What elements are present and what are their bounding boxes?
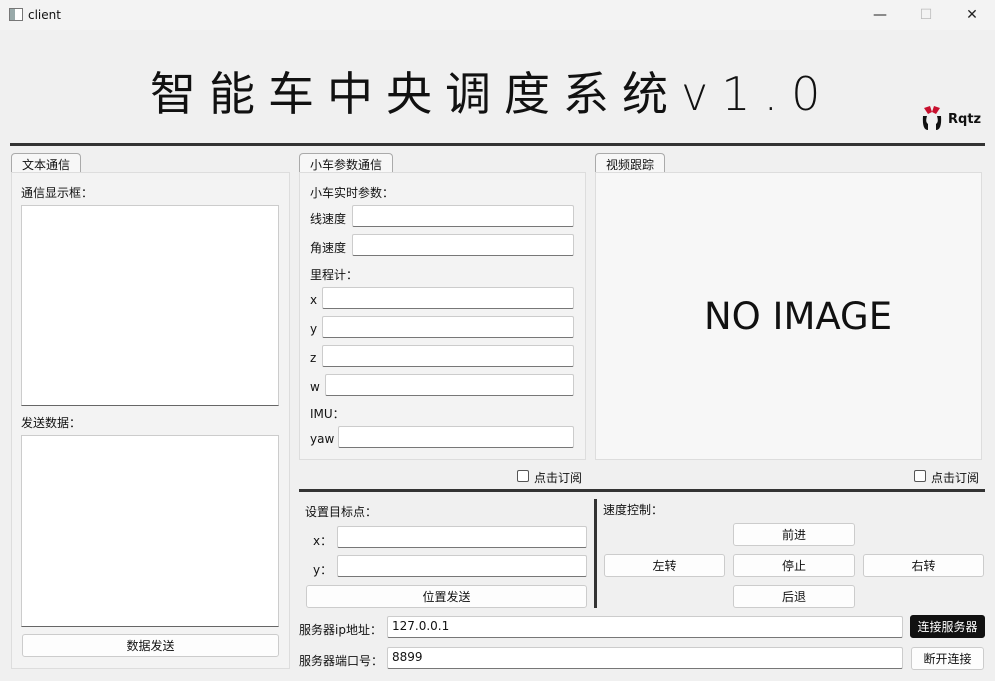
odom-w-label: w bbox=[310, 380, 320, 394]
stop-button[interactable]: 停止 bbox=[733, 554, 855, 577]
speed-divider bbox=[594, 499, 597, 608]
imu-label: IMU： bbox=[310, 407, 345, 421]
backward-button[interactable]: 后退 bbox=[733, 585, 855, 608]
odom-y-label: y bbox=[310, 322, 318, 336]
odom-x-label: x bbox=[310, 293, 318, 307]
linear-speed-label: 线速度 bbox=[310, 212, 347, 226]
disconnect-button[interactable]: 断开连接 bbox=[911, 647, 984, 670]
car-subscribe-checkbox[interactable] bbox=[517, 470, 529, 482]
odom-x-field[interactable] bbox=[322, 287, 574, 309]
turn-left-button[interactable]: 左转 bbox=[604, 554, 725, 577]
tab-video[interactable]: 视频跟踪 bbox=[595, 153, 666, 173]
send-data-button[interactable]: 数据发送 bbox=[22, 634, 279, 657]
minimize-button[interactable]: — bbox=[857, 0, 903, 30]
logo-text: Rqtz bbox=[948, 112, 982, 127]
target-x-label: x： bbox=[313, 534, 333, 548]
display-textarea[interactable] bbox=[21, 205, 279, 406]
window-title: client bbox=[28, 8, 61, 22]
page-title: 智能车中央调度系统v1.0 bbox=[150, 67, 834, 121]
close-button[interactable]: ✕ bbox=[949, 0, 995, 30]
video-subscribe-label: 点击订阅 bbox=[931, 471, 980, 485]
server-ip-field[interactable]: 127.0.0.1 bbox=[387, 616, 903, 638]
maximize-button[interactable]: ☐ bbox=[903, 0, 949, 30]
speed-label: 速度控制： bbox=[603, 503, 664, 517]
app-window-icon bbox=[9, 8, 23, 21]
angular-speed-field[interactable] bbox=[352, 234, 574, 256]
target-y-field[interactable] bbox=[337, 555, 587, 577]
rqtz-logo-icon bbox=[922, 106, 942, 130]
tab-text-comm[interactable]: 文本通信 bbox=[11, 153, 82, 173]
send-data-label: 发送数据： bbox=[21, 416, 82, 430]
server-ip-label: 服务器ip地址： bbox=[299, 623, 382, 637]
linear-speed-field[interactable] bbox=[352, 205, 574, 227]
car-subscribe-label: 点击订阅 bbox=[534, 471, 583, 485]
header-divider bbox=[10, 143, 985, 146]
logo: Rqtz bbox=[920, 104, 984, 134]
tab-car-params[interactable]: 小车参数通信 bbox=[299, 153, 394, 173]
server-port-field[interactable]: 8899 bbox=[387, 647, 903, 669]
target-label: 设置目标点： bbox=[305, 505, 378, 519]
odom-z-field[interactable] bbox=[322, 345, 574, 367]
angular-speed-label: 角速度 bbox=[310, 241, 347, 255]
realtime-label: 小车实时参数： bbox=[310, 186, 395, 200]
yaw-label: yaw bbox=[310, 432, 335, 446]
odom-z-label: z bbox=[310, 351, 317, 365]
display-label: 通信显示框： bbox=[21, 186, 94, 200]
server-port-label: 服务器端口号： bbox=[299, 654, 384, 668]
video-subscribe-checkbox[interactable] bbox=[914, 470, 926, 482]
forward-button[interactable]: 前进 bbox=[733, 523, 855, 546]
target-x-field[interactable] bbox=[337, 526, 587, 548]
odom-y-field[interactable] bbox=[322, 316, 574, 338]
send-data-textarea[interactable] bbox=[21, 435, 279, 627]
no-image-text: NO IMAGE bbox=[704, 295, 893, 338]
connect-server-button[interactable]: 连接服务器 bbox=[910, 615, 985, 638]
title-bar bbox=[0, 0, 995, 30]
turn-right-button[interactable]: 右转 bbox=[863, 554, 984, 577]
yaw-field[interactable] bbox=[338, 426, 574, 448]
odom-w-field[interactable] bbox=[325, 374, 574, 396]
position-send-button[interactable]: 位置发送 bbox=[306, 585, 587, 608]
target-y-label: y： bbox=[313, 563, 333, 577]
controls-divider bbox=[299, 489, 985, 492]
odometry-label: 里程计： bbox=[310, 268, 359, 282]
